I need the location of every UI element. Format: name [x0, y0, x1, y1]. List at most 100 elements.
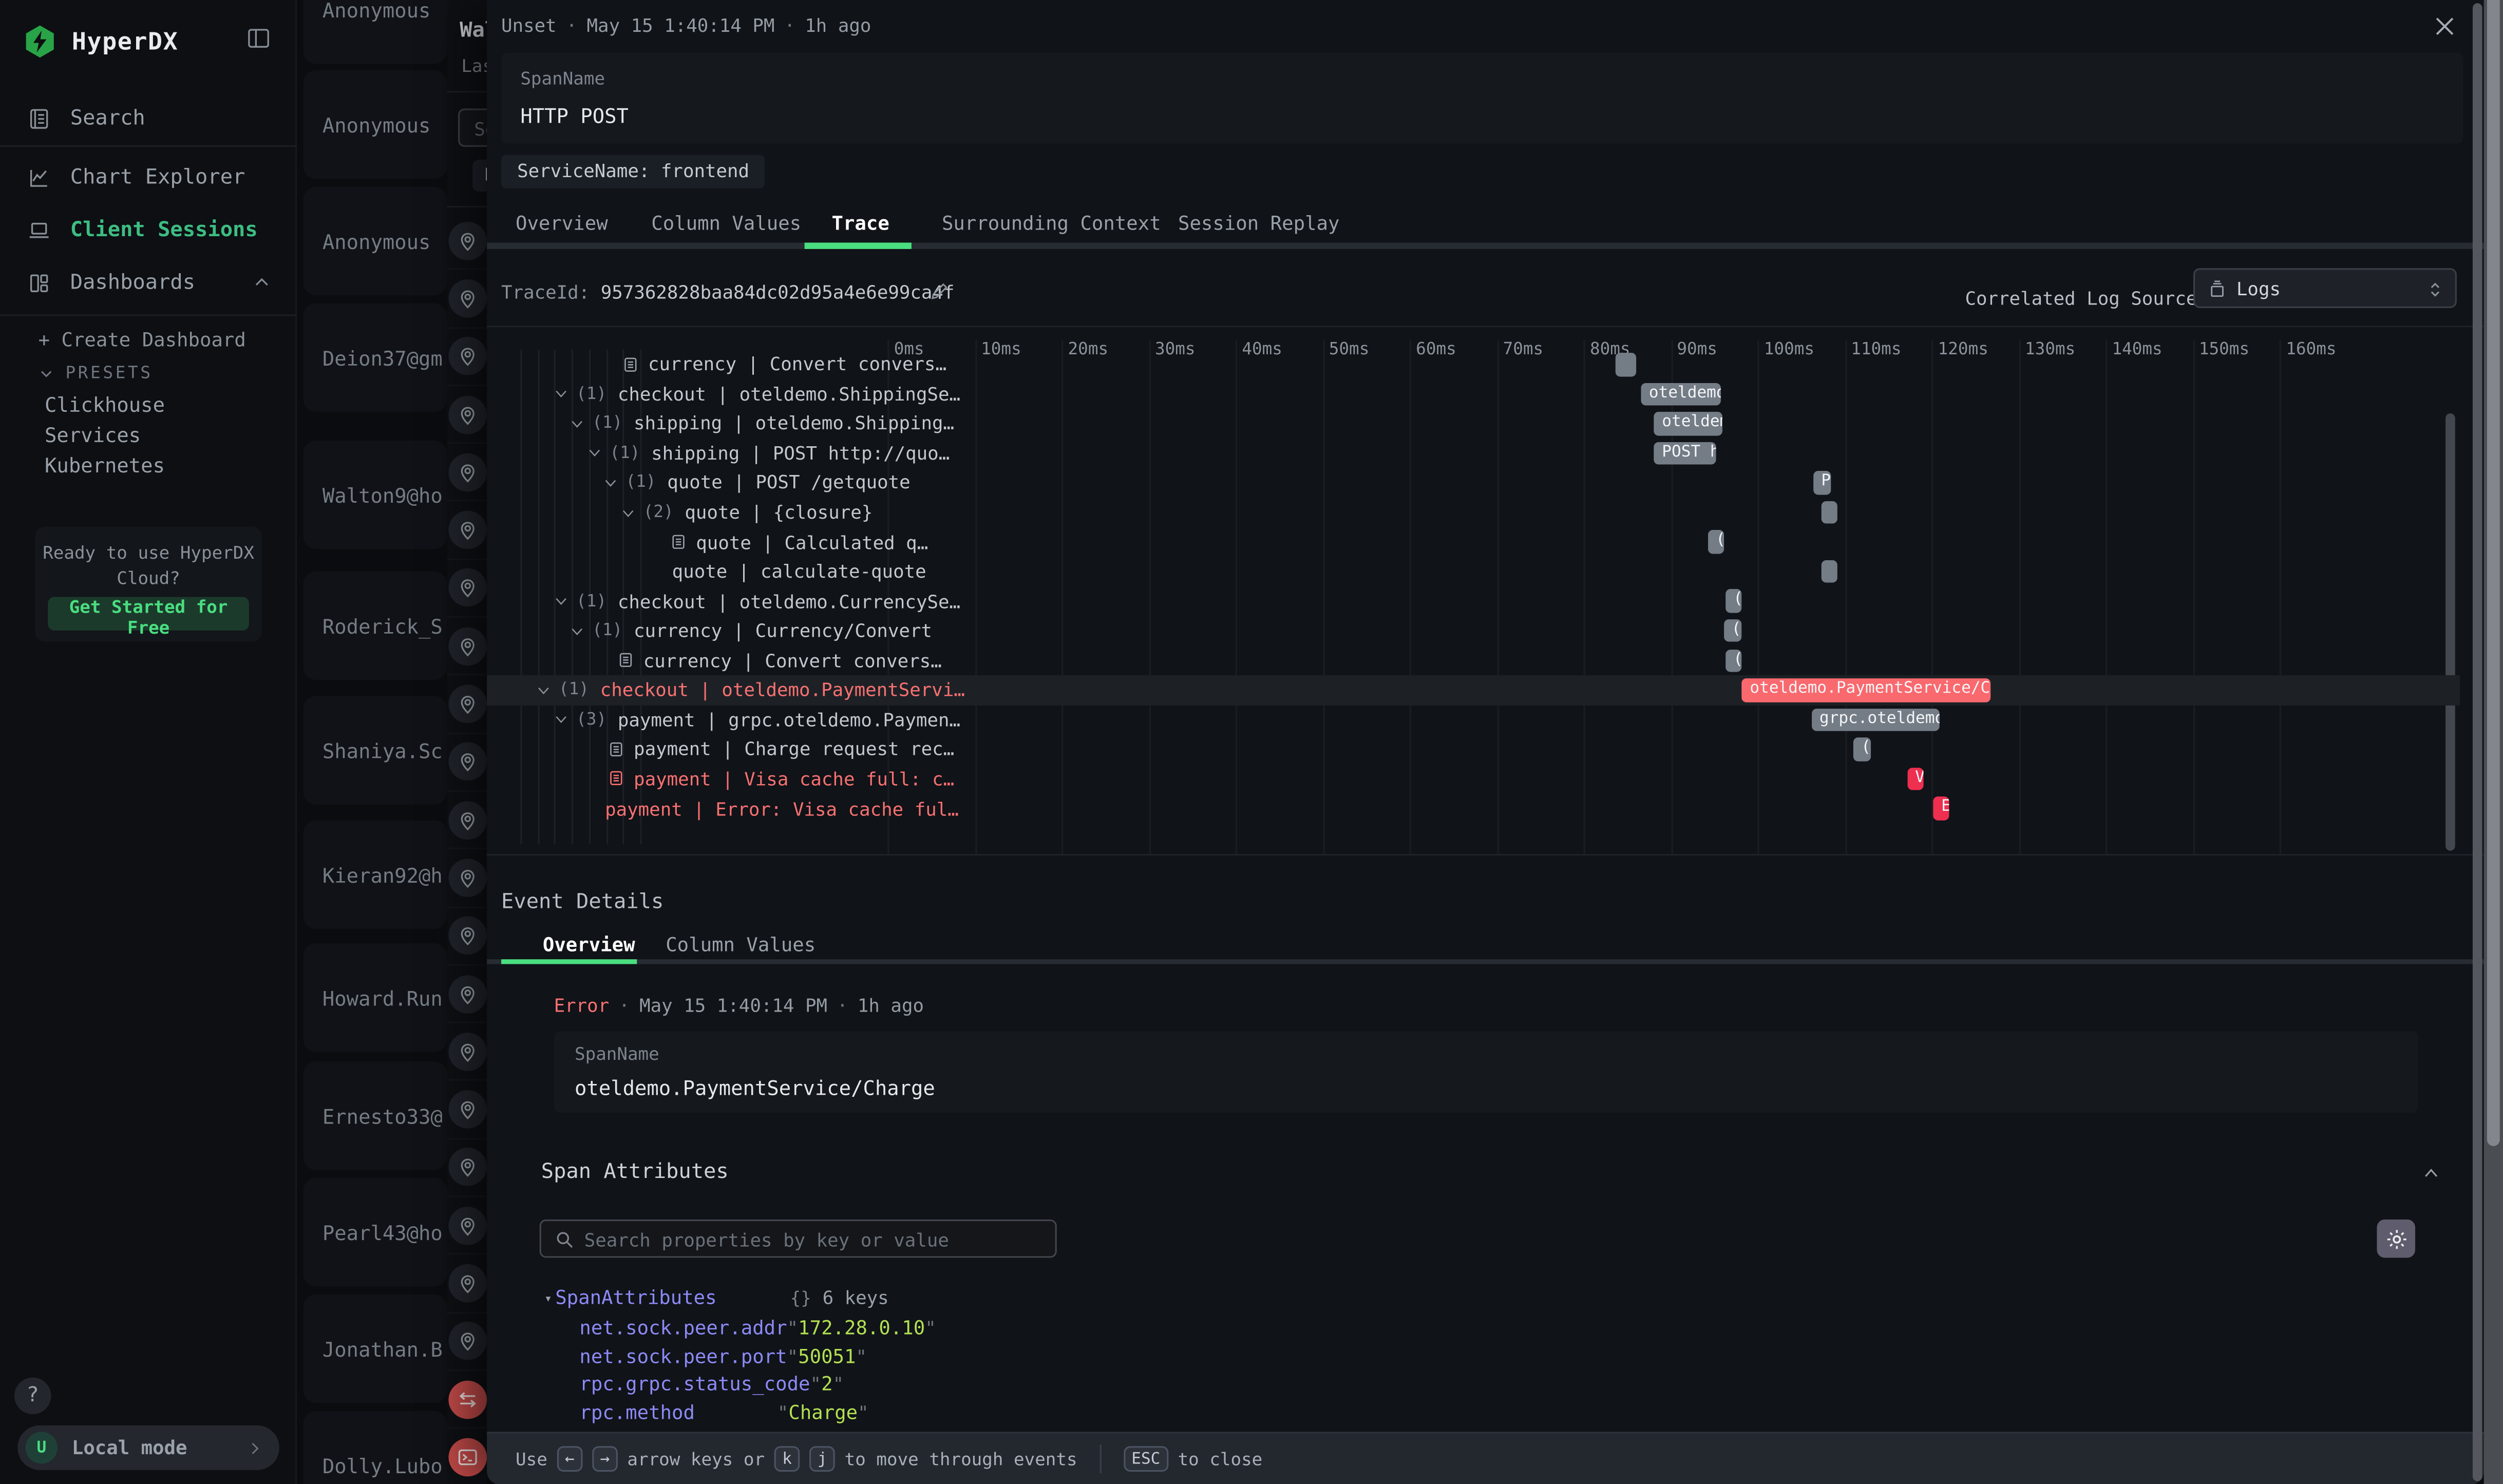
get-started-button[interactable]: Get Started for Free	[48, 597, 249, 631]
trace-span-row[interactable]: (1)checkout | oteldemo.PaymentServi…	[487, 675, 2460, 705]
attributes-search-input[interactable]: Search properties by key or value	[540, 1220, 1057, 1258]
minimap-pin-button[interactable]	[448, 917, 486, 955]
preset-item-services[interactable]: Services	[45, 423, 141, 447]
tab-column-values[interactable]: Column Values	[651, 212, 801, 235]
session-search-input[interactable]: Sea	[458, 108, 487, 147]
help-button[interactable]: ?	[14, 1378, 51, 1414]
minimap-pin-button[interactable]	[448, 1148, 486, 1187]
scrollbar-thumb[interactable]	[2487, 0, 2500, 1146]
span-duration-bar[interactable]: grpc.oteldemo.	[1811, 708, 1939, 731]
window-scrollbar[interactable]	[2484, 0, 2503, 1484]
span-duration-bar[interactable]: (	[1708, 530, 1723, 554]
tab-trace[interactable]: Trace	[831, 212, 889, 235]
create-dashboard-button[interactable]: + Create Dashboard	[39, 329, 246, 351]
minimap-pin-button[interactable]	[448, 627, 486, 665]
sidebar-collapse-icon[interactable]	[244, 26, 273, 51]
minimap-terminal-button[interactable]	[448, 1438, 486, 1476]
minimap-pin-button[interactable]	[448, 395, 486, 433]
session-list-item[interactable]: Pearl43@ho	[304, 1178, 447, 1286]
span-duration-bar[interactable]: V	[1907, 767, 1923, 790]
span-duration-bar[interactable]: oteldemo.	[1641, 383, 1721, 406]
tab-surrounding-context[interactable]: Surrounding Context	[942, 212, 1161, 235]
span-duration-bar[interactable]: POST h	[1654, 442, 1717, 465]
span-duration-bar[interactable]: (	[1725, 589, 1741, 613]
trace-span-row[interactable]: (2)quote | {closure}	[487, 498, 2460, 527]
session-list-item[interactable]: Deion37@gm	[304, 303, 447, 412]
session-list-item[interactable]: Howard.Run	[304, 943, 447, 1052]
minimap-pin-button[interactable]	[448, 511, 486, 549]
attributes-settings-button[interactable]	[2377, 1220, 2415, 1258]
edit-icon[interactable]	[929, 281, 950, 301]
span-duration-bar[interactable]: (	[1723, 619, 1741, 642]
session-list-item[interactable]: Ernesto33@	[304, 1061, 447, 1170]
minimap-pin-button[interactable]	[448, 1033, 486, 1071]
attribute-row[interactable]: rpc.method"Charge"	[579, 1401, 868, 1424]
trace-span-row[interactable]: (1)shipping | POST http://quo…	[487, 439, 2460, 468]
session-list-item[interactable]: Kieran92@h	[304, 821, 447, 929]
trace-span-row[interactable]: currency | Convert convers…	[487, 645, 2460, 675]
session-list-item[interactable]: Dolly.Lubo	[304, 1411, 447, 1484]
close-icon[interactable]	[2431, 13, 2458, 40]
minimap-pin-button[interactable]	[448, 859, 486, 897]
local-mode-menu[interactable]: U Local mode	[17, 1425, 279, 1470]
attributes-root-node[interactable]: ▾ SpanAttributes {} 6 keys	[544, 1286, 889, 1309]
sidebar-item-dashboards[interactable]: Dashboards	[0, 265, 297, 300]
minimap-pin-button[interactable]	[448, 569, 486, 607]
span-duration-bar[interactable]: oteldemo.PaymentService/Char	[1742, 678, 1990, 701]
attribute-row[interactable]: rpc.grpc.status_code"2"	[579, 1373, 844, 1396]
minimap-pin-button[interactable]	[448, 1206, 486, 1245]
span-duration-bar[interactable]: (	[1853, 738, 1871, 761]
session-list-item[interactable]: Shaniya.Sc	[304, 696, 447, 804]
session-filter-button[interactable]: H	[472, 160, 487, 192]
sidebar-item-chart-explorer[interactable]: Chart Explorer	[0, 160, 297, 195]
minimap-pin-button[interactable]	[448, 279, 486, 318]
minimap-pin-button[interactable]	[448, 1322, 486, 1361]
session-list-item[interactable]: Roderick_S	[304, 572, 447, 680]
tab-overview[interactable]: Overview	[516, 212, 608, 235]
span-duration-bar[interactable]: oteldemo	[1654, 412, 1723, 435]
log-source-select[interactable]: Logs	[2193, 268, 2457, 308]
trace-span-row[interactable]: (1)checkout | oteldemo.CurrencySe…	[487, 586, 2460, 616]
span-duration-bar[interactable]: P	[1813, 471, 1831, 494]
preset-item-kubernetes[interactable]: Kubernetes	[45, 453, 165, 478]
collapse-section-icon[interactable]	[2420, 1164, 2442, 1183]
minimap-pin-button[interactable]	[448, 1090, 486, 1129]
attribute-row[interactable]: net.sock.peer.port"50051"	[579, 1345, 867, 1367]
tab-overview[interactable]: Overview	[543, 934, 635, 956]
session-list-item[interactable]: Anonymous	[304, 70, 447, 179]
minimap-pin-button[interactable]	[448, 453, 486, 491]
trace-span-row[interactable]: (1)currency | Currency/Convert	[487, 616, 2460, 646]
preset-item-clickhouse[interactable]: Clickhouse	[45, 393, 165, 417]
minimap-pin-button[interactable]	[448, 337, 486, 376]
span-duration-bar[interactable]: E	[1933, 797, 1949, 820]
minimap-pin-button[interactable]	[448, 975, 486, 1013]
trace-span-row[interactable]: (1)checkout | oteldemo.ShippingSe…	[487, 379, 2460, 409]
span-duration-bar[interactable]	[1821, 501, 1836, 524]
sidebar-item-client-sessions[interactable]: Client Sessions	[0, 212, 297, 247]
minimap-pin-button[interactable]	[448, 685, 486, 724]
session-list-item[interactable]: Anonymous	[304, 0, 447, 64]
trace-span-row[interactable]: payment | Visa cache full: c…	[487, 764, 2460, 794]
minimap-pin-button[interactable]	[448, 801, 486, 839]
session-list-item[interactable]: Anonymous	[304, 187, 447, 295]
minimap-swap-button[interactable]	[448, 1380, 486, 1419]
trace-span-row[interactable]: (3)payment | grpc.oteldemo.Paymen…	[487, 705, 2460, 735]
attribute-row[interactable]: net.sock.peer.addr"172.28.0.10"	[579, 1317, 936, 1339]
minimap-pin-button[interactable]	[448, 743, 486, 781]
trace-span-row[interactable]: quote | Calculated q…	[487, 527, 2460, 557]
service-name-chip[interactable]: ServiceName: frontend	[501, 155, 765, 188]
trace-span-row[interactable]: quote | calculate-quote	[487, 557, 2460, 586]
span-duration-bar[interactable]	[1616, 353, 1637, 376]
trace-span-row[interactable]: payment | Charge request rec…	[487, 734, 2460, 764]
session-list-item[interactable]: Jonathan.B	[304, 1295, 447, 1403]
tab-column-values[interactable]: Column Values	[666, 934, 816, 956]
sidebar-item-search[interactable]: Search	[0, 101, 297, 136]
tab-session-replay[interactable]: Session Replay	[1178, 212, 1339, 235]
trace-span-row[interactable]: (1)shipping | oteldemo.Shipping…	[487, 409, 2460, 439]
span-duration-bar[interactable]: (	[1725, 649, 1741, 672]
modal-scrollbar[interactable]	[2473, 3, 2482, 1481]
trace-span-row[interactable]: payment | Error: Visa cache ful…	[487, 794, 2460, 824]
app-logo[interactable]: HyperDX	[23, 21, 278, 62]
presets-header[interactable]: PRESETS	[39, 364, 153, 383]
minimap-pin-button[interactable]	[448, 221, 486, 260]
